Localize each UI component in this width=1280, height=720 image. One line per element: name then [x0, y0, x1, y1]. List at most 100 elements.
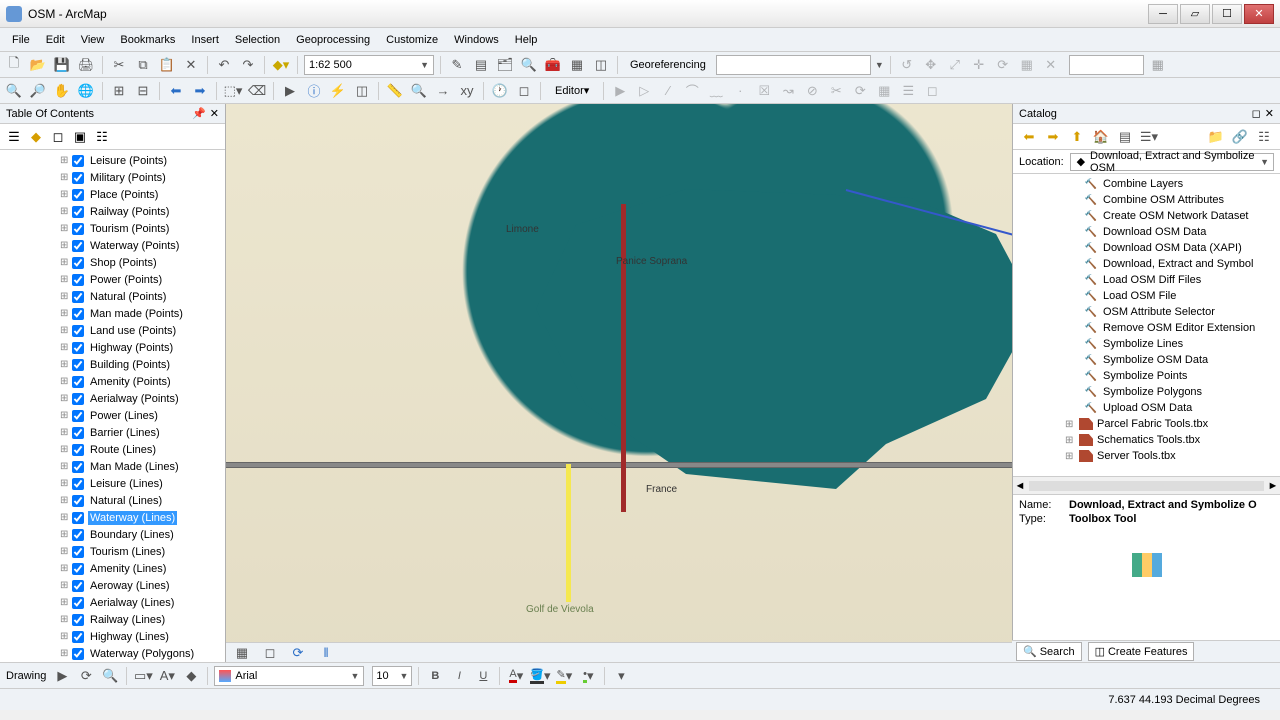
- catalog-tool[interactable]: Load OSM Diff Files: [1013, 272, 1280, 288]
- create-features-icon[interactable]: ◻: [922, 81, 942, 101]
- paste-icon[interactable]: 📋: [157, 55, 177, 75]
- menu-customize[interactable]: Customize: [378, 30, 446, 50]
- undo-icon[interactable]: ↶: [214, 55, 234, 75]
- options-icon[interactable]: ☷: [1254, 127, 1274, 147]
- find-route-icon[interactable]: →: [433, 81, 453, 101]
- edit-verts-icon[interactable]: ◆: [181, 666, 201, 686]
- georef-auto-icon[interactable]: ⟳: [993, 55, 1013, 75]
- list-mode-icon[interactable]: ☰▾: [1139, 127, 1159, 147]
- layer-item[interactable]: ⊞Man Made (Lines): [0, 458, 225, 475]
- location-selector[interactable]: ◆Download, Extract and Symbolize OSM ▼: [1070, 153, 1274, 171]
- measure-icon[interactable]: 📏: [385, 81, 405, 101]
- layer-item[interactable]: ⊞Power (Lines): [0, 407, 225, 424]
- copy-icon[interactable]: ⧉: [133, 55, 153, 75]
- layer-item[interactable]: ⊞Boundary (Lines): [0, 526, 225, 543]
- list-by-visibility-icon[interactable]: ◻: [50, 129, 66, 145]
- layer-item[interactable]: ⊞Waterway (Polygons): [0, 645, 225, 662]
- find-icon[interactable]: 🔍: [409, 81, 429, 101]
- layer-item[interactable]: ⊞Waterway (Points): [0, 237, 225, 254]
- pan-icon[interactable]: ✋: [52, 81, 72, 101]
- layer-checkbox[interactable]: [72, 648, 84, 660]
- pause-icon[interactable]: ‖: [316, 643, 336, 663]
- layout-view-icon[interactable]: ◻: [260, 643, 280, 663]
- layer-item[interactable]: ⊞Leisure (Points): [0, 152, 225, 169]
- layer-checkbox[interactable]: [72, 206, 84, 218]
- menu-file[interactable]: File: [4, 30, 38, 50]
- time-slider-icon[interactable]: 🕐: [490, 81, 510, 101]
- catalog-tool[interactable]: Symbolize Points: [1013, 368, 1280, 384]
- split-icon[interactable]: ✂: [826, 81, 846, 101]
- close-icon[interactable]: ✕: [1265, 107, 1274, 120]
- layer-item[interactable]: ⊞Building (Points): [0, 356, 225, 373]
- georef-shift-icon[interactable]: ✥: [921, 55, 941, 75]
- forward-icon[interactable]: ➡: [1043, 127, 1063, 147]
- search-icon[interactable]: 🔍: [519, 55, 539, 75]
- toggle-tree-icon[interactable]: ▤: [1115, 127, 1135, 147]
- catalog-tool[interactable]: Remove OSM Editor Extension: [1013, 320, 1280, 336]
- select-elements-icon[interactable]: ▶: [52, 666, 72, 686]
- layer-checkbox[interactable]: [72, 529, 84, 541]
- georef-links-icon[interactable]: ▦: [1017, 55, 1037, 75]
- menu-insert[interactable]: Insert: [183, 30, 227, 50]
- rotation-input[interactable]: [1069, 55, 1144, 75]
- menu-bookmarks[interactable]: Bookmarks: [112, 30, 183, 50]
- editor-dropdown[interactable]: Editor▾: [547, 82, 597, 99]
- georef-label[interactable]: Georeferencing: [624, 57, 712, 73]
- restore-button[interactable]: ▱: [1180, 4, 1210, 24]
- layer-item[interactable]: ⊞Tourism (Points): [0, 220, 225, 237]
- underline-icon[interactable]: U: [473, 666, 493, 686]
- georef-layer-input[interactable]: [716, 55, 871, 75]
- rotate-icon[interactable]: ⟳: [76, 666, 96, 686]
- font-size-selector[interactable]: 10 ▼: [372, 666, 412, 686]
- layer-item[interactable]: ⊞Natural (Points): [0, 288, 225, 305]
- layer-checkbox[interactable]: [72, 240, 84, 252]
- new-doc-icon[interactable]: 🗋: [4, 55, 24, 75]
- fill-color-icon[interactable]: 🪣▾: [530, 666, 550, 686]
- layer-item[interactable]: ⊞Waterway (Lines): [0, 509, 225, 526]
- goto-xy-icon[interactable]: xy: [457, 81, 477, 101]
- menu-selection[interactable]: Selection: [227, 30, 288, 50]
- catalog-tool[interactable]: Load OSM File: [1013, 288, 1280, 304]
- layer-checkbox[interactable]: [72, 546, 84, 558]
- layer-item[interactable]: ⊞Man made (Points): [0, 305, 225, 322]
- layer-checkbox[interactable]: [72, 495, 84, 507]
- connect-gdb-icon[interactable]: 🔗: [1230, 127, 1250, 147]
- catalog-toolbox[interactable]: ⊞Server Tools.tbx: [1013, 448, 1280, 464]
- catalog-tool[interactable]: Upload OSM Data: [1013, 400, 1280, 416]
- forward-icon[interactable]: ➡: [190, 81, 210, 101]
- print-icon[interactable]: 🖨: [76, 55, 96, 75]
- fixed-zoom-out-icon[interactable]: ⊟: [133, 81, 153, 101]
- georef-options-icon[interactable]: ▦: [1148, 55, 1168, 75]
- create-viewer-icon[interactable]: ◻: [514, 81, 534, 101]
- catalog-tool[interactable]: Combine Layers: [1013, 176, 1280, 192]
- font-selector[interactable]: Arial ▼: [214, 666, 364, 686]
- reshape-icon[interactable]: ↝: [778, 81, 798, 101]
- up-icon[interactable]: ⬆: [1067, 127, 1087, 147]
- add-data-icon[interactable]: ◆▾: [271, 55, 291, 75]
- layer-checkbox[interactable]: [72, 325, 84, 337]
- layer-checkbox[interactable]: [72, 461, 84, 473]
- data-view-icon[interactable]: ▦: [232, 643, 252, 663]
- menu-view[interactable]: View: [73, 30, 113, 50]
- toc-options-icon[interactable]: ☷: [94, 129, 110, 145]
- toc-icon[interactable]: ▤: [471, 55, 491, 75]
- pin-icon[interactable]: 📌: [192, 107, 206, 120]
- layer-item[interactable]: ⊞Shop (Points): [0, 254, 225, 271]
- html-popup-icon[interactable]: ◫: [352, 81, 372, 101]
- attributes-icon[interactable]: ▦: [874, 81, 894, 101]
- georef-scale-icon[interactable]: ⤢: [945, 55, 965, 75]
- identify-icon[interactable]: ⓘ: [304, 81, 324, 101]
- line-color-icon[interactable]: ✎▾: [554, 666, 574, 686]
- layer-list[interactable]: ⊞Leisure (Points)⊞Military (Points)⊞Plac…: [0, 150, 225, 662]
- rotate-icon[interactable]: ⟳: [850, 81, 870, 101]
- editor-toolbar-icon[interactable]: ✎: [447, 55, 467, 75]
- connect-folder-icon[interactable]: 📁: [1206, 127, 1226, 147]
- fixed-zoom-in-icon[interactable]: ⊞: [109, 81, 129, 101]
- overflow-icon[interactable]: ▾: [611, 666, 631, 686]
- layer-item[interactable]: ⊞Aeroway (Lines): [0, 577, 225, 594]
- text-icon[interactable]: A▾: [157, 666, 177, 686]
- trace-icon[interactable]: ﹏: [706, 81, 726, 101]
- cut-poly-icon[interactable]: ⊘: [802, 81, 822, 101]
- georef-delete-icon[interactable]: ✕: [1041, 55, 1061, 75]
- layer-checkbox[interactable]: [72, 291, 84, 303]
